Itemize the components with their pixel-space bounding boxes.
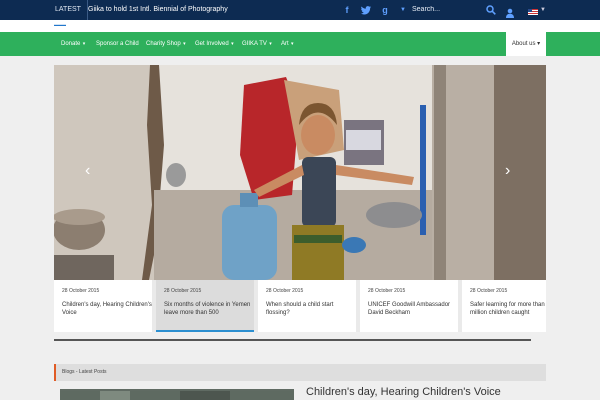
caret-down-icon: ▾ [535,41,541,47]
nav-label: Charity Shop [146,41,181,47]
caret-down-icon: ▾ [181,41,186,47]
news-date: 28 October 2015 [266,288,304,294]
latest-headline[interactable]: Giika to hold 1st Intl. Biennial of Phot… [88,0,228,20]
twitter-icon[interactable] [357,0,375,20]
nav-item-giika-tv[interactable]: GIIKA TV ▾ [242,32,272,56]
news-title[interactable]: Six months of violence in Yemen leave mo… [164,301,256,317]
news-date: 28 October 2015 [164,288,202,294]
blog-section-header: Blogs - Latest Posts [54,364,546,381]
slider-scrollbar[interactable] [54,339,531,341]
news-date: 28 October 2015 [470,288,508,294]
nav-item-donate[interactable]: Donate ▾ [61,32,85,56]
facebook-icon[interactable]: f [338,0,356,20]
nav-item-art[interactable]: Art ▾ [281,32,294,56]
news-title[interactable]: Safer learning for more than 3 million c… [470,301,546,317]
news-card-active[interactable]: 28 October 2015 Six months of violence i… [156,280,254,332]
language-caret-icon[interactable]: ▼ [540,7,546,13]
logo-strip: ▬▬▬ [0,20,600,32]
nav-label: GIIKA TV [242,41,267,47]
blog-image [60,391,294,400]
google-plus-icon[interactable]: g [376,0,394,20]
nav-item-get-involved[interactable]: Get Involved ▾ [195,32,234,56]
hero-image [54,65,546,280]
logo-icon[interactable]: ▬▬▬ [54,22,66,27]
slider-prev-arrow[interactable]: ‹ [85,163,90,179]
news-title[interactable]: UNICEF Goodwill Ambassador David Beckham [368,301,460,317]
chevron-down-icon[interactable]: ▼ [394,0,412,20]
top-bar: LATEST Giika to hold 1st Intl. Biennial … [0,0,600,20]
blog-heading: Blogs - Latest Posts [62,369,107,375]
news-title[interactable]: Children's day, Hearing Children's Voice [62,301,154,317]
news-strip: 28 October 2015 Children's day, Hearing … [54,280,546,332]
news-card[interactable]: 28 October 2015 UNICEF Goodwill Ambassad… [360,280,458,332]
nav-label: Donate [61,41,81,47]
nav-item-about-us[interactable]: About us ▾ [506,32,546,56]
caret-down-icon: ▾ [267,41,272,47]
search-input[interactable] [412,2,482,16]
slider-next-arrow[interactable]: › [505,163,510,179]
us-flag-icon[interactable] [528,9,538,15]
search-icon[interactable] [483,0,499,20]
blog-post-title[interactable]: Children's day, Hearing Children's Voice [306,386,501,398]
caret-down-icon: ▾ [229,41,234,47]
caret-down-icon: ▾ [289,41,294,47]
nav-label: Get Involved [195,41,229,47]
user-icon[interactable] [505,5,517,18]
news-card[interactable]: 28 October 2015 Safer learning for more … [462,280,546,332]
news-card[interactable]: 28 October 2015 Children's day, Hearing … [54,280,152,332]
news-date: 28 October 2015 [368,288,406,294]
news-title[interactable]: When should a child start flossing? [266,301,358,317]
news-date: 28 October 2015 [62,288,100,294]
nav-label: Sponsor a Child [96,41,139,47]
nav-item-charity-shop[interactable]: Charity Shop ▾ [146,32,186,56]
news-card[interactable]: 28 October 2015 When should a child star… [258,280,356,332]
caret-down-icon: ▾ [81,41,86,47]
blog-post-image[interactable] [60,389,294,400]
hero-slider[interactable]: ‹ › [54,65,546,280]
nav-label: Art [281,41,289,47]
nav-item-sponsor[interactable]: Sponsor a Child [96,32,139,56]
nav-label: About us [511,41,536,47]
latest-label: LATEST [55,0,88,20]
